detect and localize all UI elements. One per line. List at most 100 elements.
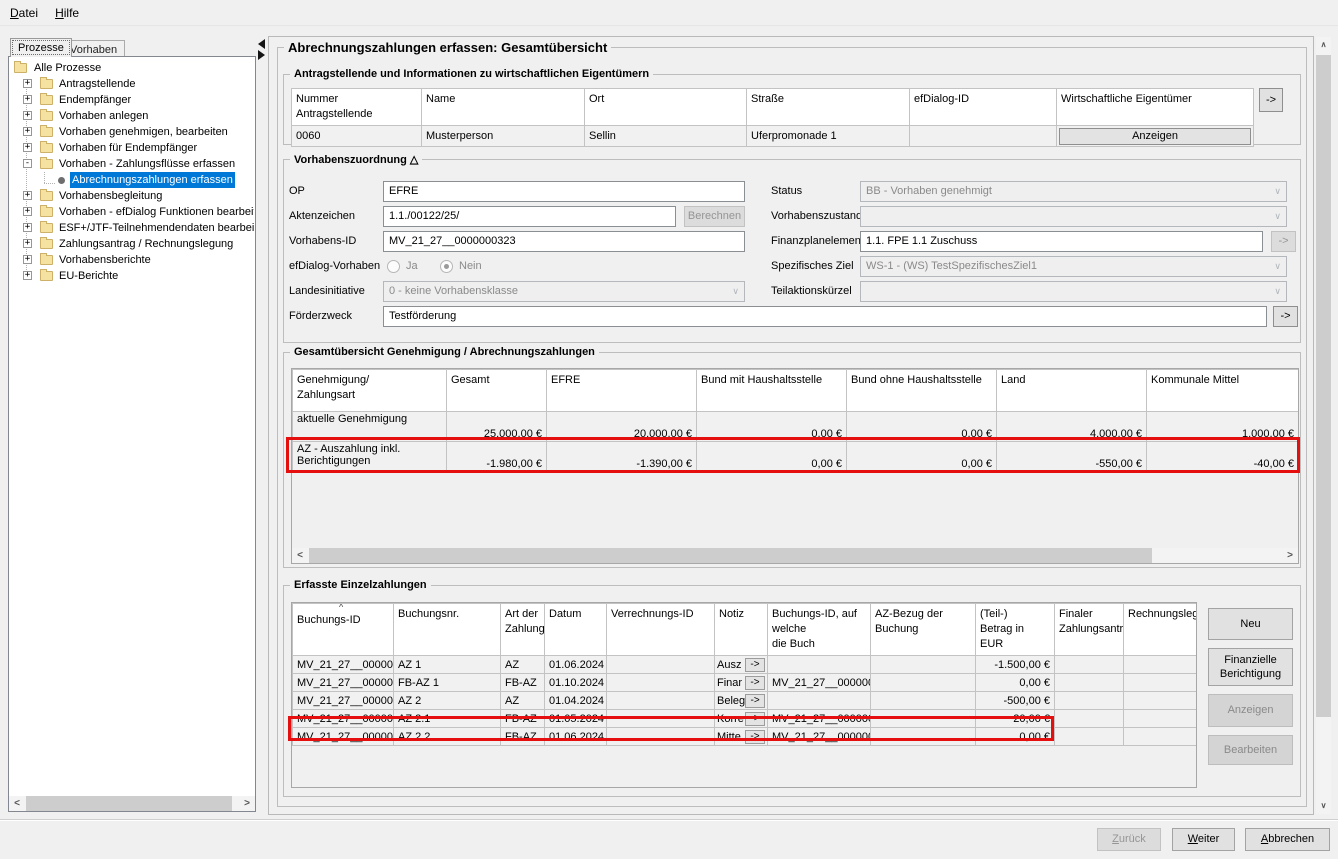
table-cell: -1.500,00 €: [976, 656, 1055, 674]
folder-icon: [40, 111, 53, 121]
column-header[interactable]: Verrechnungs-ID: [607, 604, 715, 656]
column-header[interactable]: Buchungs-ID, auf welche die Buch: [768, 604, 871, 656]
expand-icon[interactable]: +: [23, 111, 32, 120]
spezifisches-ziel-select[interactable]: WS-1 - (WS) TestSpezifischesZiel1∨: [860, 256, 1287, 277]
column-header-buchungs-id[interactable]: ^Buchungs-ID: [293, 604, 394, 656]
scroll-right-button[interactable]: >: [1282, 548, 1298, 563]
column-header[interactable]: Finaler Zahlungsantra: [1055, 604, 1124, 656]
tree-item-abrechnungszahlungen[interactable]: Abrechnungszahlungen erfassen: [10, 172, 254, 188]
efdialog-vorhaben-label: efDialog-Vorhaben: [289, 256, 380, 277]
tree-item-label-selected: Abrechnungszahlungen erfassen: [70, 172, 235, 188]
overview-row-auszahlung[interactable]: AZ - Auszahlung inkl. Berichtigungen -1.…: [293, 442, 1299, 472]
expand-icon[interactable]: +: [23, 207, 32, 216]
scroll-left-button[interactable]: <: [292, 548, 308, 563]
tree-item-alle-prozesse[interactable]: Alle Prozesse: [10, 60, 254, 76]
op-field[interactable]: EFRE: [383, 181, 745, 202]
column-header[interactable]: Notiz: [715, 604, 768, 656]
tree-item-vorhaben-endempfaenger[interactable]: + Vorhaben für Endempfänger: [10, 140, 254, 156]
tree-item-efdialog-funktionen[interactable]: + Vorhaben - efDialog Funktionen bearbei…: [10, 204, 254, 220]
payment-row[interactable]: MV_21_27__0000000 AZ 2 AZ 01.04.2024 Bel…: [293, 692, 1197, 710]
splitter-collapse-icon[interactable]: [258, 39, 265, 60]
column-header[interactable]: Art der Zahlung: [501, 604, 545, 656]
payments-table-container: ^Buchungs-ID Buchungsnr. Art der Zahlung…: [291, 602, 1197, 788]
tab-prozesse[interactable]: Prozesse: [10, 38, 72, 57]
bearbeiten-button[interactable]: Bearbeiten: [1208, 735, 1293, 765]
scrollbar-thumb[interactable]: [309, 548, 1152, 563]
finanzielle-berichtigung-button[interactable]: Finanzielle Berichtigung: [1208, 648, 1293, 686]
status-label: Status: [771, 181, 802, 202]
menu-datei[interactable]: Datei: [3, 0, 45, 25]
scroll-right-button[interactable]: >: [239, 796, 255, 811]
tree-item-vorhabensberichte[interactable]: + Vorhabensberichte: [10, 252, 254, 268]
overview-row-genehmigung[interactable]: aktuelle Genehmigung 25.000,00 € 20.000,…: [293, 412, 1299, 442]
tree-item-antragstellende[interactable]: + Antragstellende: [10, 76, 254, 92]
table-cell: MV_21_27__0000000: [293, 728, 394, 746]
expand-icon[interactable]: +: [23, 79, 32, 88]
neu-button[interactable]: Neu: [1208, 608, 1293, 640]
payment-row-highlighted[interactable]: MV_21_27__0000000 AZ 2.2 FB-AZ 01.06.202…: [293, 728, 1197, 746]
scroll-left-button[interactable]: <: [9, 796, 25, 811]
note-text: Korre: [717, 713, 744, 725]
vorhabens-id-field[interactable]: MV_21_27__0000000323: [383, 231, 745, 252]
scroll-up-button[interactable]: ∧: [1316, 37, 1331, 53]
table-cell: Uferpromonade 1: [747, 126, 910, 147]
applicant-row[interactable]: 0060 Musterperson Sellin Uferpromonade 1…: [292, 126, 1254, 147]
tree-item-vorhaben-genehmigen[interactable]: + Vorhaben genehmigen, bearbeiten: [10, 124, 254, 140]
expand-icon[interactable]: +: [23, 255, 32, 264]
expand-icon[interactable]: +: [23, 95, 32, 104]
vorhabenszustand-select[interactable]: ∨: [860, 206, 1287, 227]
column-header[interactable]: AZ-Bezug der Buchung: [871, 604, 976, 656]
note-arrow-button[interactable]: ->: [745, 712, 765, 726]
table-cell: [607, 674, 715, 692]
note-arrow-button[interactable]: ->: [745, 694, 765, 708]
zurueck-button[interactable]: Zurück: [1097, 828, 1161, 851]
aktenzeichen-field[interactable]: 1.1./00122/25/: [383, 206, 676, 227]
payment-row[interactable]: MV_21_27__0000000 AZ 1 AZ 01.06.2024 Aus…: [293, 656, 1197, 674]
note-arrow-button[interactable]: ->: [745, 730, 765, 744]
expand-icon[interactable]: +: [23, 191, 32, 200]
payment-row[interactable]: MV_21_27__0000000 AZ 2.1 FB-AZ 01.05.202…: [293, 710, 1197, 728]
expand-icon[interactable]: +: [23, 271, 32, 280]
tree-item-eu-berichte[interactable]: + EU-Berichte: [10, 268, 254, 284]
radio-ja[interactable]: [387, 260, 400, 273]
note-arrow-button[interactable]: ->: [745, 676, 765, 690]
table-cell: [768, 656, 871, 674]
column-header[interactable]: (Teil-) Betrag in EUR: [976, 604, 1055, 656]
radio-nein[interactable]: [440, 260, 453, 273]
column-header[interactable]: Datum: [545, 604, 607, 656]
tree-item-vorhaben-anlegen[interactable]: + Vorhaben anlegen: [10, 108, 254, 124]
applicant-detail-arrow-button[interactable]: ->: [1259, 88, 1283, 112]
anzeigen-button-disabled[interactable]: Anzeigen: [1208, 694, 1293, 727]
tree-item-vorhabensbegleitung[interactable]: + Vorhabensbegleitung: [10, 188, 254, 204]
scrollbar-thumb[interactable]: [26, 796, 232, 811]
foerderzweck-arrow-button[interactable]: ->: [1273, 306, 1298, 327]
berechnen-button[interactable]: Berechnen: [684, 206, 745, 227]
finanzplanelement-field[interactable]: 1.1. FPE 1.1 Zuschuss: [860, 231, 1263, 252]
expand-icon[interactable]: +: [23, 223, 32, 232]
abbrechen-button[interactable]: Abbrechen: [1245, 828, 1330, 851]
anzeigen-button[interactable]: Anzeigen: [1059, 128, 1251, 145]
table-cell: -40,00 €: [1147, 442, 1299, 472]
column-header[interactable]: Rechnungslegu: [1124, 604, 1197, 656]
expand-icon[interactable]: +: [23, 239, 32, 248]
landesinitiative-select[interactable]: 0 - keine Vorhabensklasse∨: [383, 281, 745, 302]
expand-icon[interactable]: +: [23, 143, 32, 152]
tree-item-zahlungsantrag[interactable]: + Zahlungsantrag / Rechnungslegung: [10, 236, 254, 252]
expand-icon[interactable]: +: [23, 127, 32, 136]
scrollbar-thumb[interactable]: [1316, 55, 1331, 717]
note-arrow-button[interactable]: ->: [745, 658, 765, 672]
tree-item-zahlungsfluesse[interactable]: - Vorhaben - Zahlungsflüsse erfassen: [10, 156, 254, 172]
teilaktionskuerzel-select[interactable]: ∨: [860, 281, 1287, 302]
applicant-table: Nummer Antragstellende Name Ort Straße e…: [291, 88, 1254, 147]
collapse-icon[interactable]: -: [23, 159, 32, 168]
finanzplanelement-arrow-button[interactable]: ->: [1271, 231, 1296, 252]
column-header[interactable]: Buchungsnr.: [394, 604, 501, 656]
tree-item-esf-jtf[interactable]: + ESF+/JTF-Teilnehmendendaten bearbeiten: [10, 220, 254, 236]
status-select[interactable]: BB - Vorhaben genehmigt∨: [860, 181, 1287, 202]
foerderzweck-field[interactable]: Testförderung: [383, 306, 1267, 327]
menu-hilfe[interactable]: Hilfe: [48, 0, 86, 25]
weiter-button[interactable]: Weiter: [1172, 828, 1235, 851]
scroll-down-button[interactable]: ∨: [1316, 798, 1331, 814]
tree-item-endempfaenger[interactable]: + Endempfänger: [10, 92, 254, 108]
payment-row[interactable]: MV_21_27__0000000 FB-AZ 1 FB-AZ 01.10.20…: [293, 674, 1197, 692]
